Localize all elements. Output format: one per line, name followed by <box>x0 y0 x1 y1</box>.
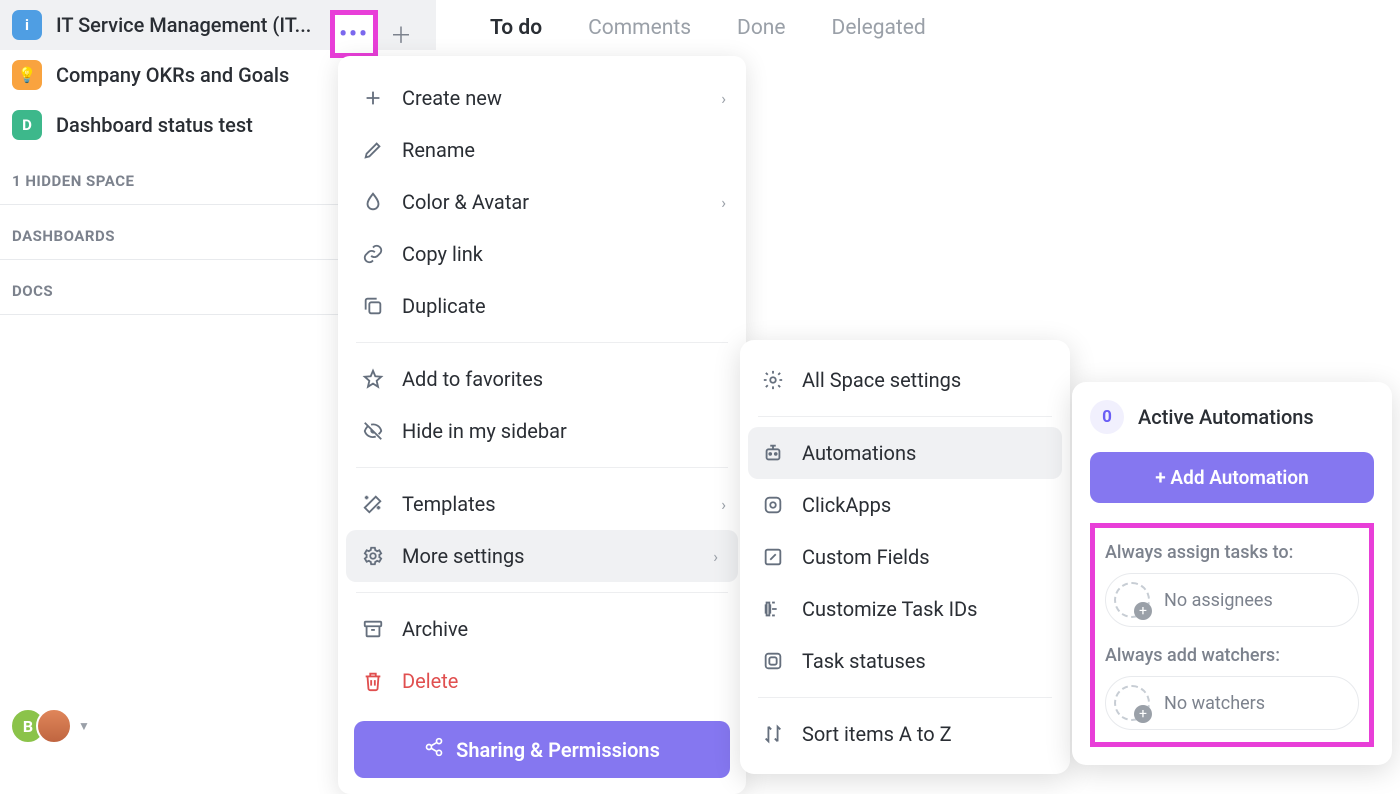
tab-comments[interactable]: Comments <box>588 16 691 40</box>
star-icon <box>362 368 384 390</box>
avatar-user-photo <box>36 708 72 744</box>
wand-icon <box>362 493 384 515</box>
add-space-button[interactable]: ＋ <box>384 17 418 51</box>
menu-copy-link[interactable]: Copy link <box>338 228 746 280</box>
menu-label: ClickApps <box>802 493 891 517</box>
more-options-button[interactable]: ••• <box>330 10 378 58</box>
menu-label: Color & Avatar <box>402 190 529 214</box>
menu-label: Task statuses <box>802 649 926 673</box>
menu-archive[interactable]: Archive <box>338 603 746 655</box>
add-automation-button[interactable]: + Add Automation <box>1090 452 1374 503</box>
tab-done[interactable]: Done <box>737 16 786 40</box>
sharing-permissions-button[interactable]: Sharing & Permissions <box>354 721 730 778</box>
submenu-custom-fields[interactable]: Custom Fields <box>740 531 1070 583</box>
link-icon <box>362 243 384 265</box>
menu-templates[interactable]: Templates › <box>338 478 746 530</box>
no-watchers-text: No watchers <box>1164 693 1265 714</box>
status-icon <box>762 650 784 672</box>
automations-title: Active Automations <box>1138 405 1314 429</box>
automations-header: 0 Active Automations <box>1090 400 1374 434</box>
menu-label: Add to favorites <box>402 367 543 391</box>
submenu-clickapps[interactable]: ClickApps <box>740 479 1070 531</box>
tab-delegated[interactable]: Delegated <box>832 16 926 40</box>
chevron-down-icon[interactable]: ▼ <box>78 719 90 733</box>
edit-square-icon <box>762 546 784 568</box>
share-icon <box>424 737 444 762</box>
assignee-selector[interactable]: No assignees <box>1105 573 1359 627</box>
apps-icon <box>762 494 784 516</box>
add-person-icon <box>1114 582 1150 618</box>
top-tabs: To do Comments Done Delegated <box>490 0 926 56</box>
submenu-automations[interactable]: Automations <box>748 427 1062 479</box>
submenu-sort[interactable]: Sort items A to Z <box>740 708 1070 760</box>
menu-label: Hide in my sidebar <box>402 419 567 443</box>
id-icon <box>762 598 784 620</box>
menu-label: Copy link <box>402 242 483 266</box>
space-actions: ••• ＋ <box>330 10 418 58</box>
watcher-selector[interactable]: No watchers <box>1105 676 1359 730</box>
automations-panel: 0 Active Automations + Add Automation Al… <box>1072 382 1392 765</box>
menu-label: Customize Task IDs <box>802 597 977 621</box>
menu-label: Sort items A to Z <box>802 722 952 746</box>
menu-color-avatar[interactable]: Color & Avatar › <box>338 176 746 228</box>
menu-label: Rename <box>402 138 475 162</box>
archive-icon <box>362 618 384 640</box>
menu-label: Duplicate <box>402 294 486 318</box>
chevron-right-icon: › <box>721 495 726 514</box>
menu-label: Automations <box>802 441 916 465</box>
menu-rename[interactable]: Rename <box>338 124 746 176</box>
chevron-right-icon: › <box>713 547 718 566</box>
assign-label: Always assign tasks to: <box>1105 542 1359 563</box>
no-assignees-text: No assignees <box>1164 590 1273 611</box>
avatar-stack[interactable]: B <box>10 708 72 744</box>
space-context-menu: Create new › Rename Color & Avatar › Cop… <box>338 56 746 794</box>
menu-label: More settings <box>402 544 525 568</box>
duplicate-icon <box>362 295 384 317</box>
menu-add-favorites[interactable]: Add to favorites <box>338 353 746 405</box>
gear-icon <box>762 369 784 391</box>
space-icon-info: i <box>12 10 42 40</box>
space-icon-bulb: 💡 <box>12 60 42 90</box>
menu-create-new[interactable]: Create new › <box>338 72 746 124</box>
eye-off-icon <box>362 420 384 442</box>
menu-label: Archive <box>402 617 468 641</box>
sort-icon <box>762 723 784 745</box>
menu-label: Delete <box>402 669 458 693</box>
automations-count: 0 <box>1090 400 1124 434</box>
menu-label: Templates <box>402 492 496 516</box>
menu-hide-sidebar[interactable]: Hide in my sidebar <box>338 405 746 457</box>
assignee-watcher-highlight: Always assign tasks to: No assignees Alw… <box>1090 523 1374 747</box>
submenu-task-ids[interactable]: Customize Task IDs <box>740 583 1070 635</box>
robot-icon <box>762 442 784 464</box>
add-person-icon <box>1114 685 1150 721</box>
plus-icon <box>362 87 384 109</box>
share-label: Sharing & Permissions <box>456 738 660 762</box>
menu-duplicate[interactable]: Duplicate <box>338 280 746 332</box>
watchers-label: Always add watchers: <box>1105 645 1359 666</box>
menu-label: Create new <box>402 86 502 110</box>
trash-icon <box>362 670 384 692</box>
menu-more-settings[interactable]: More settings › <box>346 530 738 582</box>
droplet-icon <box>362 191 384 213</box>
tab-todo[interactable]: To do <box>490 16 542 40</box>
menu-delete[interactable]: Delete <box>338 655 746 707</box>
space-icon-letter: D <box>12 110 42 140</box>
menu-label: Custom Fields <box>802 545 930 569</box>
pencil-icon <box>362 139 384 161</box>
chevron-right-icon: › <box>721 89 726 108</box>
gear-icon <box>362 545 384 567</box>
submenu-task-statuses[interactable]: Task statuses <box>740 635 1070 687</box>
chevron-right-icon: › <box>721 193 726 212</box>
menu-label: All Space settings <box>802 368 961 392</box>
more-settings-submenu: All Space settings Automations ClickApps… <box>740 340 1070 774</box>
submenu-all-space-settings[interactable]: All Space settings <box>740 354 1070 406</box>
